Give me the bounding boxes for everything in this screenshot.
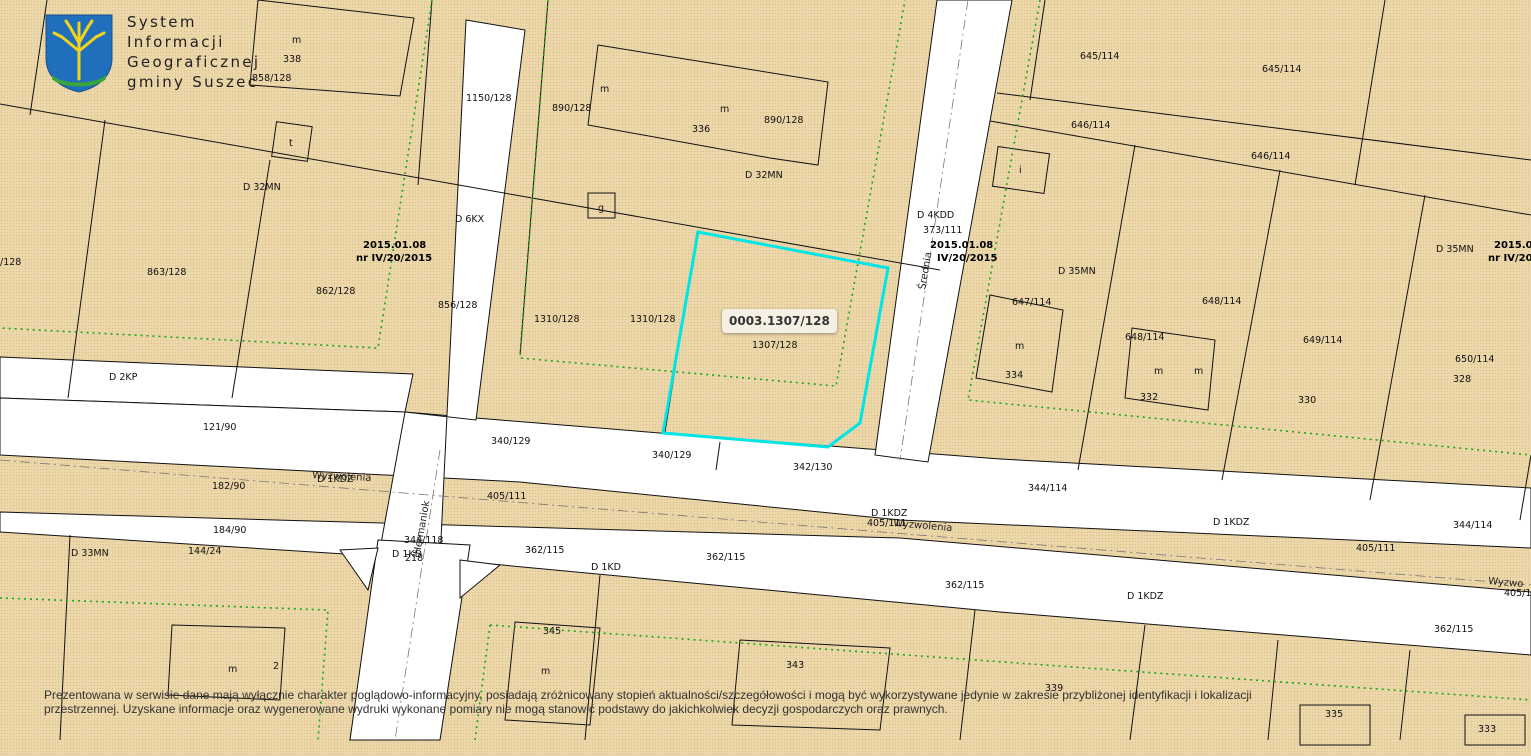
- parcel-label: 340/129: [491, 436, 530, 447]
- zone-label: D 1KD: [591, 562, 621, 573]
- zone-label: D 6KX: [455, 214, 485, 225]
- parcel-label: 330: [1298, 395, 1316, 406]
- parcel-label: 1150/128: [466, 93, 512, 104]
- parcel-label: m: [228, 664, 237, 675]
- parcel-label: 344/114: [1453, 520, 1492, 531]
- parcel-label: 646/114: [1251, 151, 1290, 162]
- parcel-label: 373/111: [923, 225, 962, 236]
- parcel-label: 646/114: [1071, 120, 1110, 131]
- parcel-label: 645/114: [1262, 64, 1301, 75]
- plan-number: IV/20/2015: [937, 253, 998, 264]
- parcel-label: 362/115: [945, 580, 984, 591]
- zone-label: D 1KDZ: [1213, 517, 1250, 528]
- parcel-label: 405/111: [1356, 543, 1395, 554]
- parcel-label: m: [720, 104, 729, 115]
- parcel-label: 333: [1478, 724, 1496, 735]
- parcel-label: 362/115: [1434, 624, 1473, 635]
- parcel-label: 182/90: [212, 481, 245, 492]
- parcel-label: 2: [273, 661, 279, 672]
- parcel-label: 338: [283, 54, 301, 65]
- parcel-label: /128: [0, 257, 21, 268]
- parcel-label: 343: [786, 660, 804, 671]
- zone-label: D 2KP: [109, 372, 138, 383]
- zone-label: D 32MN: [243, 182, 281, 193]
- parcel-label: 863/128: [147, 267, 186, 278]
- plan-number: nr IV/20/2: [1488, 253, 1531, 264]
- parcel-label: 334: [1005, 370, 1023, 381]
- site-title-line: gminy Suszec: [127, 73, 259, 91]
- parcel-label: m: [541, 666, 550, 677]
- parcel-label: 184/90: [213, 525, 246, 536]
- parcel-label: 1307/128: [752, 340, 798, 351]
- parcel-label: 890/128: [552, 103, 591, 114]
- parcel-label: m: [292, 35, 301, 46]
- parcel-label: 362/115: [706, 552, 745, 563]
- zone-label: D 35MN: [1058, 266, 1096, 277]
- site-title-line: Informacji: [127, 33, 225, 51]
- parcel-label: 144/24: [188, 546, 221, 557]
- parcel-label: 332: [1140, 392, 1158, 403]
- parcel-label: 362/115: [525, 545, 564, 556]
- parcel-label: 340/129: [652, 450, 691, 461]
- plan-date: 2015.01: [1494, 240, 1531, 251]
- parcel-label: 405/111: [487, 491, 526, 502]
- disclaimer-text: Prezentowana w serwisie dane mają wyłącz…: [44, 688, 1252, 716]
- parcel-label: 336: [692, 124, 710, 135]
- parcel-label: 645/114: [1080, 51, 1119, 62]
- site-title: System Informacji Geograficznej gminy Su…: [127, 12, 260, 92]
- plan-number: nr IV/20/2015: [356, 253, 432, 264]
- parcel-label: 342/130: [793, 462, 832, 473]
- parcel-label: 856/128: [438, 300, 477, 311]
- parcel-label: 647/114: [1012, 297, 1051, 308]
- parcel-label: 345: [543, 626, 561, 637]
- zone-label: D 35MN: [1436, 244, 1474, 255]
- plan-date: 2015.01.08: [930, 240, 993, 251]
- zone-label: D 32MN: [745, 170, 783, 181]
- parcel-label: 648/114: [1202, 296, 1241, 307]
- parcel-label: 1310/128: [630, 314, 676, 325]
- site-title-line: System: [127, 13, 197, 31]
- parcel-label: m: [1154, 366, 1163, 377]
- site-title-line: Geograficznej: [127, 53, 261, 71]
- parcel-label: 648/114: [1125, 332, 1164, 343]
- zone-label: D 33MN: [71, 548, 109, 559]
- parcel-label: g: [598, 203, 604, 214]
- gmina-coat-of-arms-logo: [45, 14, 113, 93]
- selected-parcel-label[interactable]: 0003.1307/128: [722, 309, 837, 333]
- zone-label: D 1KDZ: [1127, 591, 1164, 602]
- parcel-label: 405/11: [1504, 588, 1531, 599]
- parcel-label: 328: [1453, 374, 1471, 385]
- parcel-label: 344/114: [1028, 483, 1067, 494]
- plan-date: 2015.01.08: [363, 240, 426, 251]
- parcel-label: 121/90: [203, 422, 236, 433]
- parcel-label: m: [600, 84, 609, 95]
- parcel-label: 649/114: [1303, 335, 1342, 346]
- parcel-label: 335: [1325, 709, 1343, 720]
- parcel-label: 650/114: [1455, 354, 1494, 365]
- parcel-label: m: [1194, 366, 1203, 377]
- parcel-label: 1310/128: [534, 314, 580, 325]
- parcel-label: i: [1019, 165, 1022, 176]
- cadastral-map[interactable]: 338 858/128 m 1150/128 890/128 m m 336 8…: [0, 0, 1531, 756]
- parcel-label: 862/128: [316, 286, 355, 297]
- parcel-label: t: [289, 138, 293, 149]
- zone-label: D 4KDD: [917, 210, 954, 221]
- parcel-label: m: [1015, 341, 1024, 352]
- parcel-label: 890/128: [764, 115, 803, 126]
